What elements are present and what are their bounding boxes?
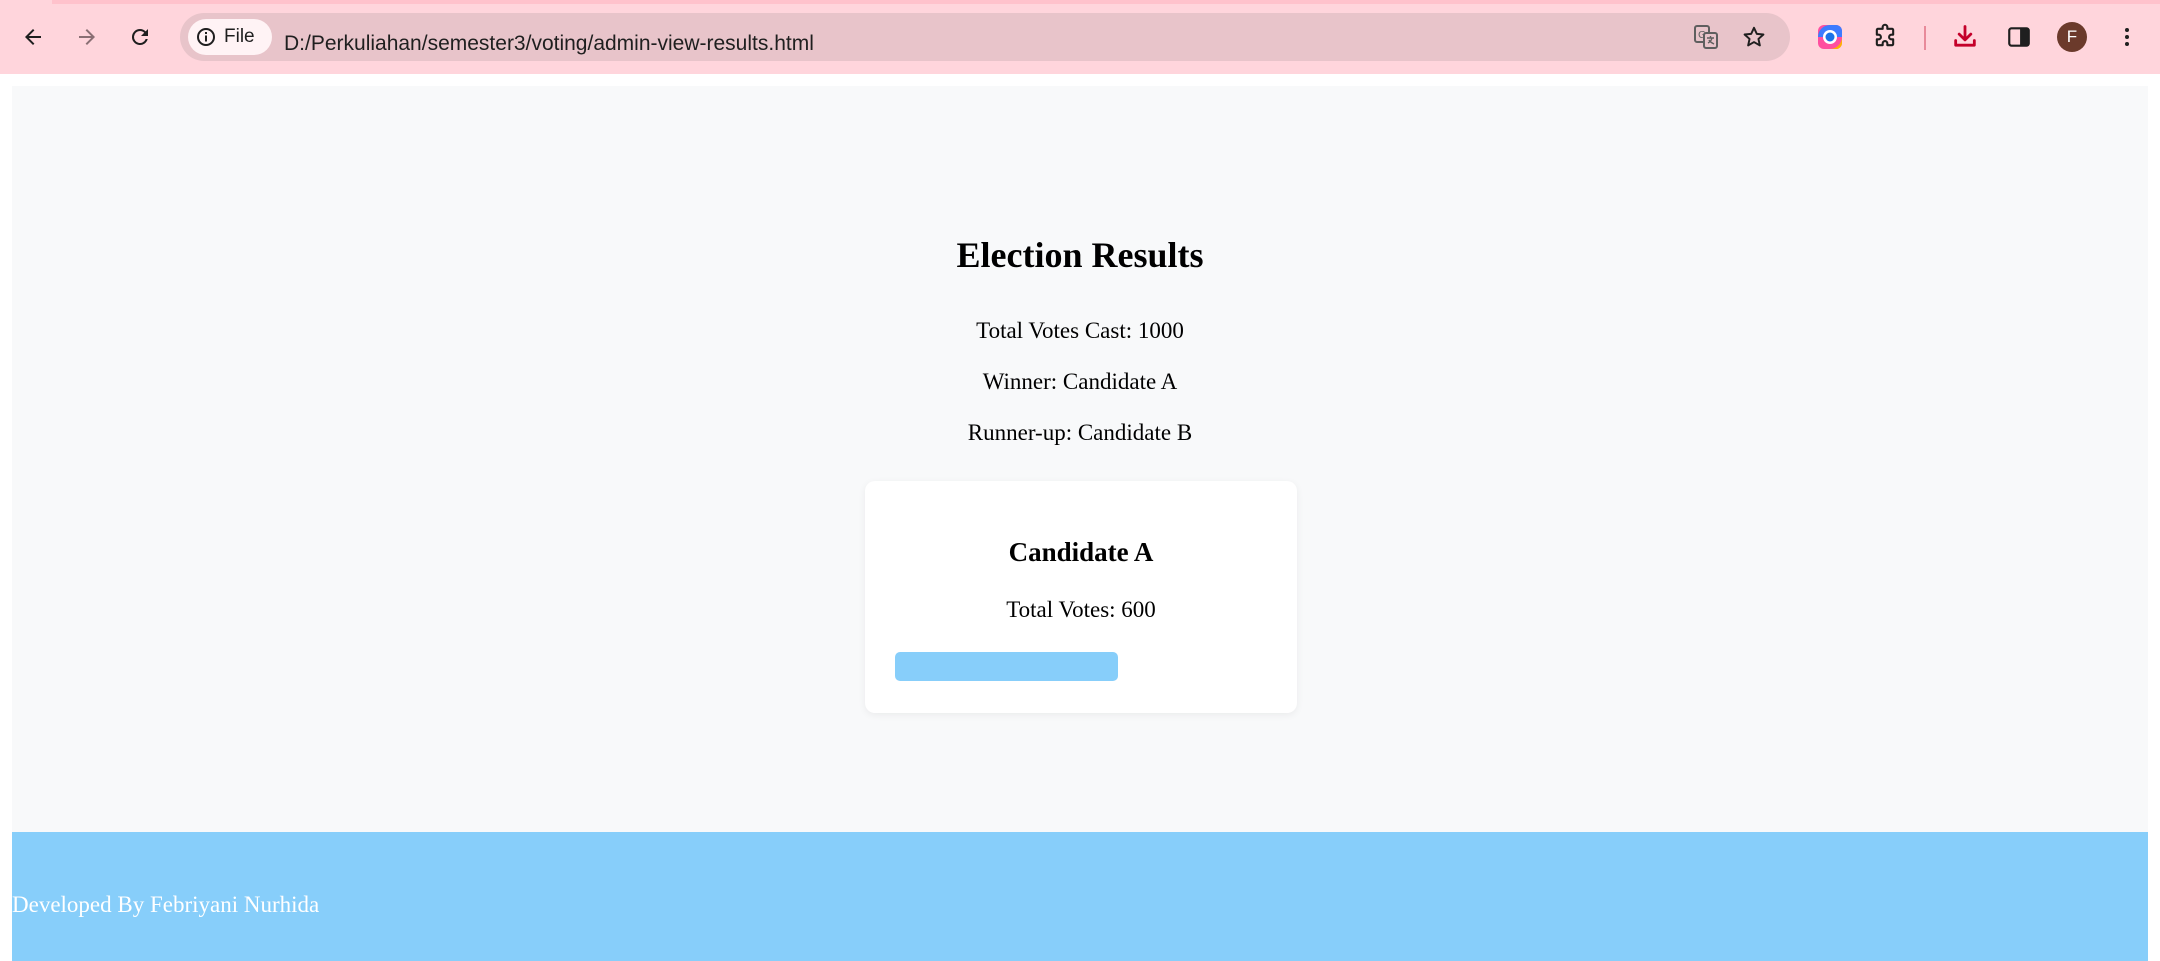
side-panel-button[interactable] (2001, 19, 2037, 55)
back-arrow-icon (25, 29, 41, 45)
page-title: Election Results (956, 235, 1204, 275)
side-panel-icon (2008, 27, 2030, 47)
site-info-label: File (224, 26, 255, 47)
puzzle-icon (1875, 23, 1895, 47)
translate-icon: G (1694, 25, 1718, 49)
winner-text: Winner: Candidate A (982, 369, 1178, 394)
browser-menu-button[interactable] (2109, 19, 2145, 55)
vote-progress-bar (895, 652, 1267, 681)
profile-avatar[interactable]: F (2057, 22, 2087, 52)
site-info-chip[interactable]: File (188, 19, 272, 55)
toolbar-separator (1924, 26, 1926, 50)
candidate-card: Candidate A Total Votes: 600 (865, 481, 1297, 713)
download-icon (1954, 25, 1976, 47)
downloads-button[interactable] (1947, 19, 1983, 55)
bookmark-button[interactable] (1738, 21, 1770, 53)
candidate-votes: Total Votes: 600 (1006, 597, 1156, 622)
color-wheel-icon (1818, 25, 1842, 49)
tab-strip (0, 0, 2160, 4)
site-info[interactable]: File D:/Perkuliahan/semester3/voting/adm… (188, 19, 814, 55)
star-icon (1743, 26, 1765, 47)
forward-button[interactable] (68, 18, 106, 56)
active-tab-edge[interactable] (0, 0, 52, 4)
info-icon (197, 28, 215, 46)
address-bar[interactable]: File D:/Perkuliahan/semester3/voting/adm… (180, 13, 1790, 61)
reload-icon (131, 28, 148, 45)
forward-arrow-icon (79, 29, 95, 45)
page-footer: Developed By Febriyani Nurhida (12, 832, 2148, 961)
vote-progress-fill (895, 652, 1118, 681)
results-page: Election Results Total Votes Cast: 1000 … (12, 86, 2148, 961)
footer-credit: Developed By Febriyani Nurhida (12, 892, 320, 917)
extensions-button[interactable] (1867, 19, 1903, 55)
kebab-menu-icon (2125, 28, 2129, 46)
reload-button[interactable] (121, 18, 159, 56)
total-votes-text: Total Votes Cast: 1000 (976, 318, 1184, 343)
translate-button[interactable]: G (1690, 21, 1722, 53)
url-text[interactable]: D:/Perkuliahan/semester3/voting/admin-vi… (284, 32, 814, 56)
browser-toolbar: File D:/Perkuliahan/semester3/voting/adm… (0, 0, 2160, 74)
runner-up-text: Runner-up: Candidate B (967, 420, 1193, 445)
back-button[interactable] (14, 18, 52, 56)
candidate-name: Candidate A (1008, 537, 1154, 567)
page-viewport: Election Results Total Votes Cast: 1000 … (0, 74, 2160, 961)
color-extension-button[interactable] (1812, 19, 1848, 55)
